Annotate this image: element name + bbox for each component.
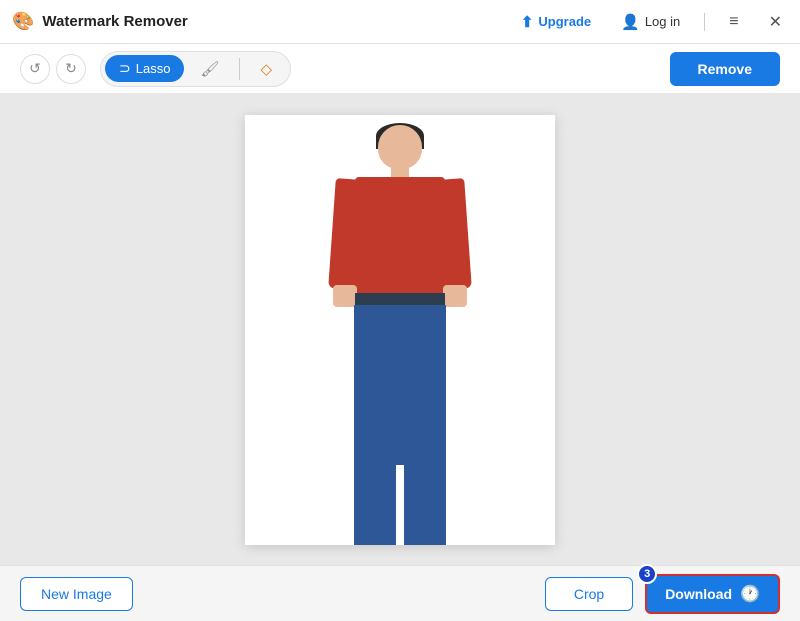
image-container[interactable] xyxy=(245,115,555,545)
person-figure xyxy=(320,125,480,515)
clock-icon: 🕐 xyxy=(740,584,760,604)
close-button[interactable]: ✕ xyxy=(763,10,788,34)
lasso-label: Lasso xyxy=(136,61,171,76)
upgrade-button[interactable]: ⬆ Upgrade xyxy=(515,9,597,35)
title-left: 🎨 Watermark Remover xyxy=(12,11,188,32)
eraser-icon: ◇ xyxy=(260,60,272,78)
upgrade-icon: ⬆ xyxy=(521,13,534,31)
login-button[interactable]: 👤 Log in xyxy=(615,9,686,35)
canvas-area xyxy=(0,94,800,565)
toolbar: ↺ ↻ ⊃ Lasso 🖌 ◇ Remove xyxy=(0,44,800,94)
menu-button[interactable]: ≡ xyxy=(723,11,744,33)
lasso-icon: ⊃ xyxy=(119,60,131,77)
figure-hand-right xyxy=(443,285,467,307)
tool-group: ⊃ Lasso 🖌 ◇ xyxy=(100,51,291,87)
figure-leg-right xyxy=(404,435,446,545)
brush-tool-button[interactable]: 🖌 xyxy=(186,55,233,83)
title-right: ⬆ Upgrade 👤 Log in ≡ ✕ xyxy=(515,9,788,35)
figure-hand-left xyxy=(333,285,357,307)
crop-button[interactable]: Crop xyxy=(545,577,633,611)
download-button[interactable]: Download 🕐 xyxy=(645,574,780,614)
new-image-button[interactable]: New Image xyxy=(20,577,133,611)
bottom-right: Crop 3 Download 🕐 xyxy=(545,574,780,614)
figure-head xyxy=(378,125,422,169)
user-icon: 👤 xyxy=(621,13,640,31)
eraser-tool-button[interactable]: ◇ xyxy=(246,55,286,83)
upgrade-label: Upgrade xyxy=(538,14,591,29)
login-label: Log in xyxy=(645,14,680,29)
app-title: Watermark Remover xyxy=(42,13,187,30)
toolbar-left: ↺ ↻ ⊃ Lasso 🖌 ◇ xyxy=(20,51,291,87)
redo-button[interactable]: ↻ xyxy=(56,54,86,84)
figure-leg-left xyxy=(354,435,396,545)
download-wrapper: 3 Download 🕐 xyxy=(645,574,780,614)
download-label: Download xyxy=(665,586,732,602)
app-icon: 🎨 xyxy=(12,11,34,32)
bottom-bar: New Image Crop 3 Download 🕐 xyxy=(0,565,800,621)
separator xyxy=(704,13,705,31)
title-bar: 🎨 Watermark Remover ⬆ Upgrade 👤 Log in ≡… xyxy=(0,0,800,44)
figure-torso xyxy=(355,177,445,297)
tool-separator xyxy=(239,58,240,80)
lasso-tool-button[interactable]: ⊃ Lasso xyxy=(105,55,184,82)
remove-button[interactable]: Remove xyxy=(670,52,780,86)
download-badge: 3 xyxy=(637,564,657,584)
brush-icon: 🖌 xyxy=(200,60,219,78)
undo-button[interactable]: ↺ xyxy=(20,54,50,84)
